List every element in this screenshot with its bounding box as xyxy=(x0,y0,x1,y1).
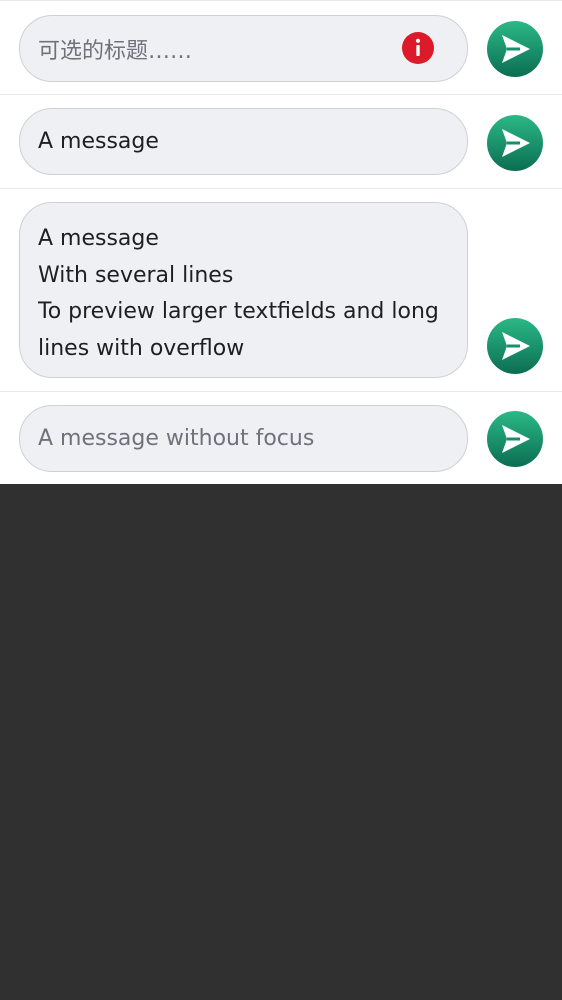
message-text: A message xyxy=(38,129,159,154)
message-row: A message xyxy=(0,94,562,188)
text-line: lines with overflow xyxy=(38,335,245,361)
unfocused-message-field[interactable]: A message without focus xyxy=(19,405,468,472)
compose-panel: 可选的标题…… A message A message With several… xyxy=(0,0,562,484)
unfocused-placeholder: A message without focus xyxy=(38,426,315,451)
text-line: A message xyxy=(38,226,159,251)
multiline-message-field[interactable]: A message With several lines To preview … xyxy=(19,202,468,378)
text-line: With several lines xyxy=(38,262,234,288)
unfocused-row: A message without focus xyxy=(0,391,562,484)
send-arrow-icon xyxy=(502,129,530,157)
empty-backdrop xyxy=(0,484,562,1000)
text-line: To preview larger textfields and long xyxy=(38,299,439,324)
title-field[interactable]: 可选的标题…… xyxy=(19,15,468,82)
error-info-icon xyxy=(402,32,434,64)
send-button[interactable] xyxy=(487,115,543,171)
send-arrow-icon xyxy=(502,332,530,360)
send-arrow-icon xyxy=(502,35,530,63)
message-field[interactable]: A message xyxy=(19,108,468,175)
multiline-row: A message With several lines To preview … xyxy=(0,188,562,391)
multiline-text: A message With several lines To preview … xyxy=(38,221,449,367)
send-button[interactable] xyxy=(487,411,543,467)
send-arrow-icon xyxy=(502,425,530,453)
send-button[interactable] xyxy=(487,21,543,77)
title-placeholder: 可选的标题…… xyxy=(38,38,193,64)
title-row: 可选的标题…… xyxy=(0,0,562,94)
send-button[interactable] xyxy=(487,318,543,374)
